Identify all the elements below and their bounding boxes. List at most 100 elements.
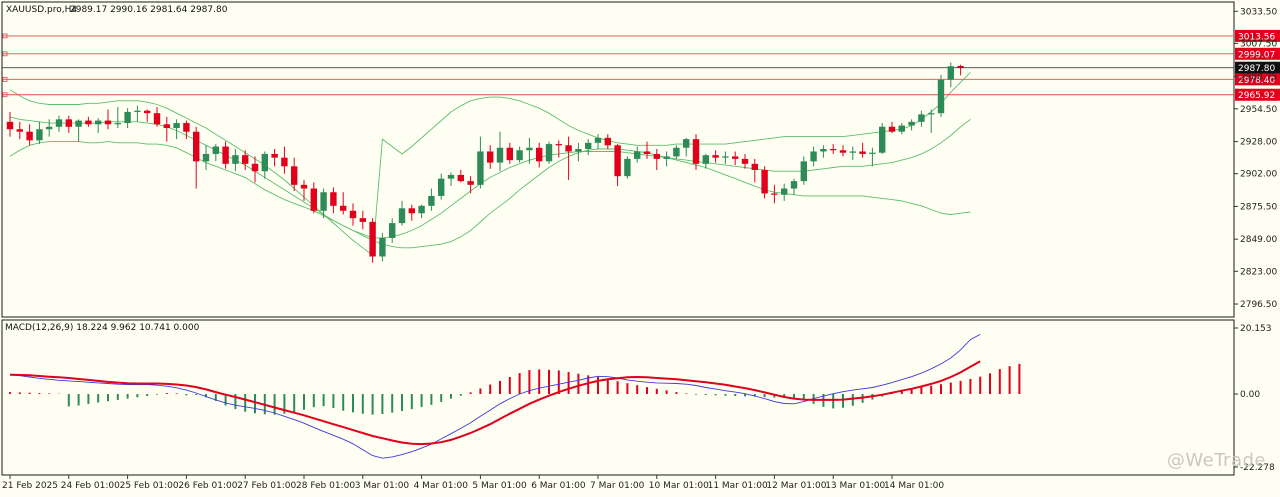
candles	[6, 62, 964, 263]
candle-bull	[428, 195, 435, 206]
time-tick-label: 25 Feb 01:00	[120, 481, 179, 491]
time-tick-label: 6 Mar 01:00	[531, 481, 586, 491]
candle-bull	[702, 155, 709, 164]
macd-pane-border	[1, 319, 1235, 476]
candle-bear	[26, 131, 33, 141]
candle-bull	[516, 150, 523, 161]
candle-bear	[193, 131, 200, 162]
symbol-label: XAUUSD.pro,H4	[6, 5, 77, 15]
candle-bear	[291, 166, 298, 185]
candle-bull	[683, 139, 690, 148]
time-tick-label: 14 Mar 01:00	[884, 481, 944, 491]
macd-tick-label: 0.00	[1240, 390, 1260, 400]
candle-bull	[447, 174, 455, 179]
candle-bear	[183, 123, 190, 132]
candle-bear	[281, 157, 288, 167]
candle-bull	[389, 223, 396, 238]
candle-bear	[732, 156, 739, 159]
candle-bull	[438, 178, 445, 196]
price-tick-label: 2954.50	[1240, 105, 1277, 115]
price-levels: 3013.562999.072987.802978.402965.92	[2, 29, 1280, 101]
time-axis[interactable]: 21 Feb 2025 24 Feb 01:00 25 Feb 01:00 26 Fe…	[2, 475, 944, 491]
candle-bear	[300, 184, 308, 189]
candle-bull	[477, 151, 484, 185]
candle-bull	[496, 147, 504, 163]
price-tick-label: 2980.75	[1240, 72, 1277, 82]
candle-bear	[85, 120, 92, 125]
candle-bear	[741, 158, 749, 164]
candle-bull	[575, 149, 582, 152]
candle-bull	[398, 208, 406, 224]
candle-bull	[526, 147, 533, 151]
candle-bull	[722, 156, 729, 158]
candle-bear	[6, 121, 14, 130]
macd-tick-label: 20.153	[1240, 324, 1272, 334]
candle-bear	[692, 139, 700, 164]
candle-bull	[918, 114, 925, 122]
candle-bull	[232, 155, 239, 164]
candle-bull	[898, 125, 905, 132]
candle-bull	[624, 158, 631, 177]
candle-bull	[663, 156, 670, 159]
candle-bear	[65, 119, 72, 127]
candle-bear	[830, 149, 837, 151]
candle-bear	[536, 147, 543, 162]
chart-root: 3013.56 2999.07 2987.80 2978.40 2965.92 3033…	[0, 0, 1280, 493]
candle-bull	[36, 129, 43, 141]
candle-bear	[565, 145, 572, 152]
candle-bear	[643, 151, 651, 154]
macd-line	[9, 334, 981, 459]
time-tick-label: 4 Mar 01:00	[414, 481, 469, 491]
chart-canvas: 3013.562999.072987.802978.402965.92 3033…	[1, 1, 1280, 491]
candle-bull	[55, 119, 63, 127]
candle-bear	[271, 153, 278, 158]
candle-bull	[379, 237, 386, 257]
time-tick-label: 5 Mar 01:00	[472, 481, 527, 491]
candle-bear	[163, 124, 170, 128]
candle-bull	[634, 151, 641, 159]
candle-bull	[810, 151, 817, 162]
candle-bull	[820, 149, 827, 152]
bollinger-middle	[9, 116, 971, 239]
candle-bull	[849, 151, 856, 153]
price-tick-label: 2928.00	[1240, 138, 1277, 148]
macd-signal-line	[9, 360, 981, 446]
price-tick-label: 2875.50	[1240, 202, 1277, 212]
candle-bear	[839, 150, 847, 153]
candle-bull	[790, 181, 798, 189]
candle-bear	[340, 205, 347, 211]
candle-bull	[202, 153, 210, 162]
price-tick-label: 2823.00	[1240, 267, 1277, 277]
candle-bull	[95, 120, 102, 125]
price-level-value: 2965.92	[1238, 91, 1275, 101]
time-tick-label: 27 Feb 01:00	[237, 481, 296, 491]
candle-bull	[418, 205, 425, 214]
time-tick-label: 13 Mar 01:00	[825, 481, 885, 491]
time-tick-label: 10 Mar 01:00	[649, 481, 709, 491]
candle-bear	[888, 126, 896, 132]
candle-bear	[604, 137, 611, 146]
candle-bear	[859, 151, 866, 154]
candle-bear	[251, 163, 259, 172]
candle-bear	[555, 144, 562, 146]
candle-bull	[879, 126, 886, 153]
candle-bear	[771, 193, 778, 195]
candle-bull	[124, 111, 131, 124]
candle-bear	[153, 113, 161, 125]
candle-bear	[487, 151, 494, 163]
ohlc-label: 2989.17 2990.16 2981.64 2987.80	[70, 5, 228, 15]
price-tick-label: 2796.50	[1240, 300, 1277, 310]
candle-bear	[408, 208, 415, 214]
candle-bull	[173, 123, 180, 128]
candle-bull	[545, 144, 553, 162]
candle-bear	[751, 163, 758, 170]
macd-title: MACD(12,26,9) 18.224 9.962 10.741 0.000	[5, 323, 200, 333]
candle-bear	[712, 155, 719, 158]
time-tick-label: 3 Mar 01:00	[355, 481, 410, 491]
candle-bear	[349, 210, 357, 219]
time-tick-label: 21 Feb 2025	[2, 481, 58, 491]
time-tick-label: 26 Feb 01:00	[178, 481, 237, 491]
candle-bear	[222, 146, 229, 164]
price-level-value: 2999.07	[1238, 50, 1275, 60]
price-tick-label: 2849.00	[1240, 235, 1277, 245]
